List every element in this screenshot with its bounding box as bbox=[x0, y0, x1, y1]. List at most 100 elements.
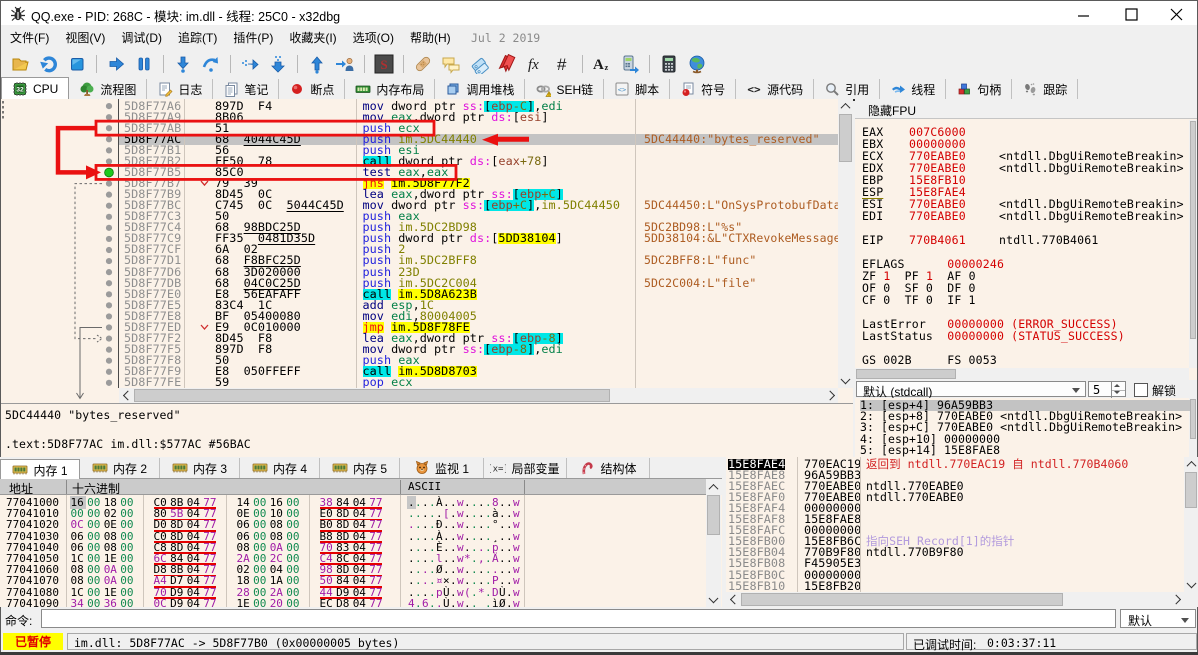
scrollbar-button[interactable] bbox=[1170, 592, 1184, 607]
minimize-button[interactable] bbox=[1064, 1, 1104, 25]
regs-hscrollbar[interactable] bbox=[855, 368, 1189, 380]
arg-count-spinner[interactable]: 5 bbox=[1088, 381, 1126, 398]
stack-vscrollbar[interactable] bbox=[1184, 457, 1198, 592]
unlock-checkbox[interactable] bbox=[1134, 382, 1148, 397]
execute-till-return-button[interactable] bbox=[306, 53, 328, 75]
regs-vscrollbar[interactable] bbox=[1189, 120, 1197, 368]
memtab-8-struct-cane[interactable]: 结构体 bbox=[567, 458, 650, 478]
trace-over-button[interactable] bbox=[267, 53, 289, 75]
menu-item-4[interactable]: 插件(P) bbox=[225, 25, 281, 49]
scrollbar-button[interactable] bbox=[706, 592, 721, 607]
scrollbar-button[interactable] bbox=[824, 388, 838, 403]
patches-button[interactable] bbox=[412, 53, 434, 75]
menu-item-0[interactable]: 文件(F) bbox=[2, 25, 57, 49]
stack-row[interactable]: 15E8FAF8 15E8FAE8 bbox=[726, 513, 1184, 525]
step-into-button[interactable] bbox=[172, 53, 194, 75]
args-vscrollbar[interactable] bbox=[1189, 398, 1197, 457]
scrollbar-thumb[interactable] bbox=[134, 389, 610, 402]
run-to-user-code-button[interactable] bbox=[334, 53, 356, 75]
tab-4-notes-pages[interactable]: 笔记 bbox=[213, 79, 280, 99]
menu-item-1[interactable]: 视图(V) bbox=[57, 25, 113, 49]
tab-14-handles-blocks[interactable]: 句柄 bbox=[946, 79, 1013, 99]
disasm-hscrollbar[interactable] bbox=[119, 388, 838, 403]
memtab-5-ram-stick[interactable]: 内存 5 bbox=[320, 458, 400, 478]
tab-1-cpu-chip[interactable]: 32 CPU bbox=[1, 77, 70, 101]
scrollbar-button[interactable] bbox=[726, 592, 740, 607]
tab-13-threads-arrows[interactable]: 线程 bbox=[880, 79, 947, 99]
menu-item-3[interactable]: 追踪(T) bbox=[170, 25, 225, 49]
scylla-button[interactable]: S bbox=[373, 53, 395, 75]
memory-dump-panel[interactable]: 77041000 16 00 18 00 C0 8B 04 77 14 00 16 00 38 84 04 77… bbox=[0, 495, 722, 610]
tab-12-magnifier[interactable]: 引用 bbox=[814, 79, 881, 99]
dump-row[interactable]: 77041070 08 00 0A 00 A4 D7 04 77 18 00 1A 00 50 84 04 77… bbox=[0, 575, 722, 588]
argument-row[interactable]: 5: [esp+14] 15E8FAE8 bbox=[860, 444, 1190, 456]
bookmarks-button[interactable] bbox=[496, 53, 518, 75]
stop-button[interactable] bbox=[66, 53, 88, 75]
stack-row[interactable]: 15E8FB04 770B9F80 ntdll.770B9F80 bbox=[726, 546, 1184, 558]
scrollbar-button[interactable] bbox=[838, 373, 853, 388]
open-file-button[interactable] bbox=[10, 53, 32, 75]
pause-button[interactable] bbox=[133, 53, 155, 75]
stack-hscrollbar[interactable] bbox=[726, 592, 1184, 607]
stack-panel[interactable]: 15E8FAE4 770EAC19 返回到 ntdll.770EAC19 自 ntd… bbox=[726, 457, 1198, 607]
stack-row[interactable]: 15E8FAF4 00000000 bbox=[726, 502, 1184, 514]
tab-11-source-code[interactable]: <> 源代码 bbox=[736, 79, 815, 99]
tab-7-call-stack[interactable]: 调用堆栈 bbox=[435, 79, 526, 99]
registers-panel[interactable]: EAX 007C6000 EBX 00000000 ECX 770EABE0 <ntdll.… bbox=[855, 99, 1197, 398]
scrollbar-thumb[interactable] bbox=[707, 495, 720, 535]
scrollbar-thumb[interactable] bbox=[856, 369, 956, 379]
convention-select[interactable]: 默认 (stdcall) bbox=[856, 381, 1086, 399]
tab-15-trace-footprints[interactable]: 跟踪 bbox=[1012, 79, 1079, 99]
scrollbar-button[interactable] bbox=[119, 388, 133, 403]
menu-item-2[interactable]: 调试(D) bbox=[113, 25, 170, 49]
spin-down-icon[interactable] bbox=[1114, 391, 1120, 394]
tab-5-breakpoint-dot[interactable]: 断点 bbox=[279, 79, 346, 99]
scrollbar-button[interactable] bbox=[1184, 577, 1198, 592]
command-input[interactable] bbox=[41, 609, 1116, 628]
scrollbar-thumb[interactable] bbox=[1185, 472, 1197, 508]
scrollbar-button[interactable] bbox=[1184, 457, 1198, 471]
comments-button[interactable] bbox=[440, 53, 462, 75]
tab-2-graph-tree[interactable]: 流程图 bbox=[69, 79, 148, 99]
globe-button[interactable] bbox=[686, 53, 708, 75]
dump-vscrollbar[interactable] bbox=[706, 480, 721, 607]
registers-header[interactable]: 隐藏FPU bbox=[855, 99, 1197, 119]
hash-button[interactable]: # bbox=[552, 53, 574, 75]
tab-10-symbols-ball[interactable]: 符号 bbox=[670, 79, 737, 99]
tab-9-script-page[interactable]: <> 脚本 bbox=[604, 79, 671, 99]
maximize-button[interactable] bbox=[1109, 1, 1149, 25]
menu-item-6[interactable]: 选项(O) bbox=[345, 25, 402, 49]
stack-row[interactable]: 15E8FAE4 770EAC19 返回到 ntdll.770EAC19 自 ntd… bbox=[726, 457, 1184, 470]
close-button[interactable] bbox=[1154, 1, 1194, 25]
a-to-z-button[interactable]: Az bbox=[591, 53, 613, 75]
stack-row[interactable]: 15E8FB0C 00000000 bbox=[726, 568, 1184, 581]
disasm-vscrollbar[interactable] bbox=[838, 99, 853, 388]
stack-row[interactable]: 15E8FB08 F45905E3 bbox=[726, 557, 1184, 569]
labels-button[interactable] bbox=[468, 53, 490, 75]
memtab-3-ram-stick[interactable]: 内存 3 bbox=[160, 458, 240, 478]
memtab-7-locals-xeq[interactable]: [x=] 局部变量 bbox=[484, 458, 567, 478]
dump-row[interactable]: 77041020 0C 00 0E 00 D0 8D 04 77 06 00 08 00 B0 8D 04 77… bbox=[0, 519, 722, 532]
tab-6-memory-chip[interactable]: 内存布局 bbox=[345, 79, 436, 99]
memtab-2-ram-stick[interactable]: 内存 2 bbox=[80, 458, 160, 478]
run-button[interactable] bbox=[105, 53, 127, 75]
scrollbar-thumb[interactable] bbox=[839, 114, 852, 162]
restart-button[interactable] bbox=[38, 53, 60, 75]
scrollbar-thumb[interactable] bbox=[1190, 121, 1196, 339]
scrollbar-button[interactable] bbox=[838, 99, 853, 113]
disasm-row[interactable]: 5D8F77FE 59 pop ecx bbox=[119, 376, 838, 388]
stack-row[interactable]: 15E8FAF0 770EABE0 ntdll.770EABE0 bbox=[726, 491, 1184, 503]
stack-row[interactable]: 15E8FB10 15E8FB20 bbox=[726, 580, 1184, 592]
scrollbar-thumb[interactable] bbox=[1190, 399, 1196, 439]
arguments-panel[interactable]: 1: [esp+4] 96A59BB3 2: [esp+8] 770EABE0 <… bbox=[855, 398, 1197, 457]
scrollbar-thumb[interactable] bbox=[741, 593, 1063, 606]
attach-button[interactable] bbox=[619, 53, 641, 75]
menu-item-5[interactable]: 收藏夹(I) bbox=[281, 25, 344, 49]
tab-8-seh-chain[interactable]: ! SEH链 bbox=[525, 79, 605, 99]
memtab-4-ram-stick[interactable]: 内存 4 bbox=[240, 458, 320, 478]
tab-3-log-page[interactable]: 日志 bbox=[147, 79, 214, 99]
calculator-button[interactable] bbox=[658, 53, 680, 75]
trace-into-button[interactable] bbox=[239, 53, 261, 75]
memtab-1-ram-stick[interactable]: 内存 1 bbox=[0, 459, 80, 480]
step-over-button[interactable] bbox=[200, 53, 222, 75]
